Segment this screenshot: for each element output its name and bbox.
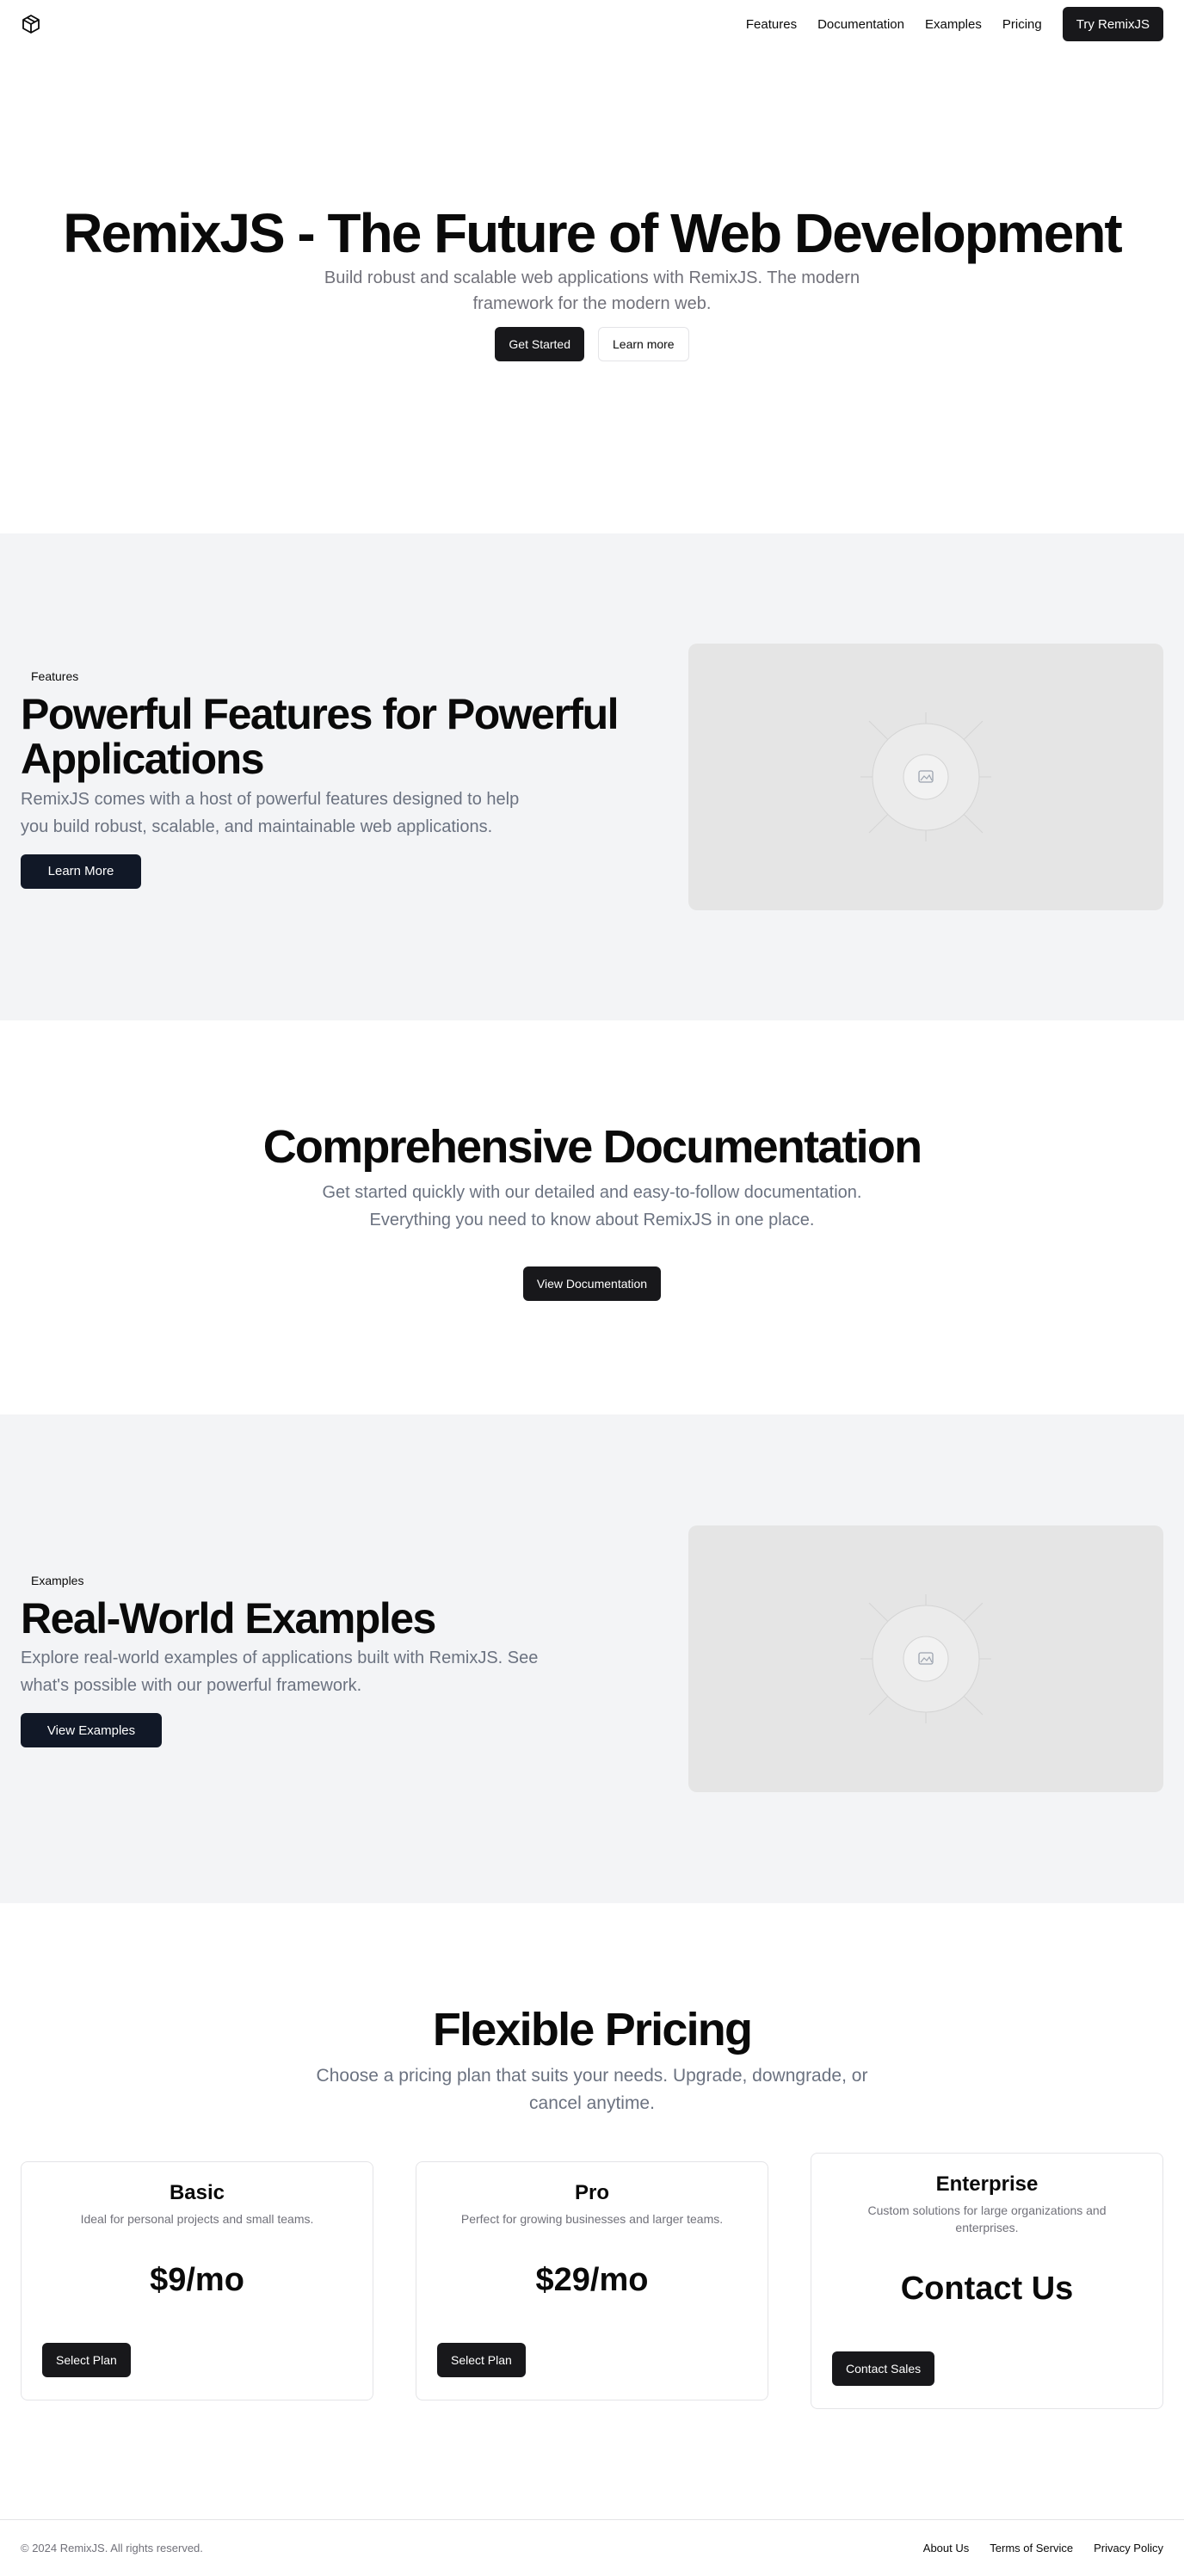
pricing-card-enterprise: Enterprise Custom solutions for large or… — [811, 2153, 1163, 2409]
pricing-section: Flexible Pricing Choose a pricing plan t… — [0, 1903, 1184, 2519]
plan-name: Pro — [574, 2181, 609, 2204]
image-placeholder-icon — [860, 1594, 991, 1723]
select-plan-basic-button[interactable]: Select Plan — [42, 2343, 131, 2377]
examples-badge: Examples — [21, 1569, 95, 1591]
plan-price: $29/mo — [535, 2262, 649, 2298]
footer-link-terms[interactable]: Terms of Service — [990, 2542, 1073, 2554]
plan-description: Perfect for growing businesses and large… — [460, 2212, 724, 2226]
pricing-subtitle: Choose a pricing plan that suits your ne… — [316, 2066, 868, 2113]
plan-name: Basic — [169, 2181, 225, 2204]
documentation-section: Comprehensive Documentation Get started … — [0, 1020, 1184, 1414]
view-examples-button[interactable]: View Examples — [21, 1713, 162, 1748]
nav-link-features[interactable]: Features — [746, 17, 797, 32]
examples-text: Examples Real-World Examples Explore rea… — [21, 1569, 623, 1748]
features-section: Features Powerful Features for Powerful … — [0, 533, 1184, 1020]
pricing-card-basic: Basic Ideal for personal projects and sm… — [21, 2161, 373, 2400]
view-documentation-button[interactable]: View Documentation — [522, 1266, 662, 1301]
try-remixjs-button[interactable]: Try RemixJS — [1062, 7, 1163, 41]
nav-link-documentation[interactable]: Documentation — [817, 17, 904, 32]
docs-description: Get started quickly with our detailed an… — [322, 1182, 862, 1229]
footer-link-privacy[interactable]: Privacy Policy — [1094, 2542, 1163, 2554]
plan-description: Custom solutions for large organizations… — [867, 2203, 1107, 2235]
plan-price: Contact Us — [900, 2271, 1074, 2307]
features-description: RemixJS comes with a host of powerful fe… — [21, 789, 520, 836]
select-plan-pro-button[interactable]: Select Plan — [437, 2343, 526, 2377]
learn-more-button[interactable]: Learn more — [598, 327, 689, 362]
nav-link-examples[interactable]: Examples — [925, 17, 982, 32]
plan-description: Ideal for personal projects and small te… — [80, 2212, 314, 2226]
footer: © 2024 RemixJS. All rights reserved. Abo… — [0, 2519, 1184, 2576]
examples-image-placeholder — [688, 1525, 1163, 1792]
hero-section: RemixJS - The Future of Web Development … — [0, 48, 1184, 533]
features-image-placeholder — [688, 644, 1163, 910]
footer-copyright: © 2024 RemixJS. All rights reserved. — [21, 2542, 203, 2554]
features-text: Features Powerful Features for Powerful … — [21, 665, 623, 889]
nav-links: Features Documentation Examples Pricing … — [746, 7, 1163, 41]
features-title: Powerful Features for Powerful Applicati… — [21, 689, 620, 783]
hero-title: RemixJS - The Future of Web Development — [63, 201, 1122, 264]
hero-actions: Get Started Learn more — [495, 327, 689, 362]
features-learn-more-button[interactable]: Learn More — [21, 854, 141, 889]
examples-section: Examples Real-World Examples Explore rea… — [0, 1414, 1184, 1903]
features-badge: Features — [21, 665, 89, 687]
nav-link-pricing[interactable]: Pricing — [1002, 17, 1042, 32]
examples-description: Explore real-world examples of applicati… — [21, 1649, 539, 1696]
examples-title: Real-World Examples — [21, 1593, 436, 1642]
pricing-title: Flexible Pricing — [432, 2004, 753, 2055]
get-started-button[interactable]: Get Started — [495, 327, 584, 362]
top-navbar: Features Documentation Examples Pricing … — [0, 0, 1184, 48]
plan-name: Enterprise — [935, 2172, 1039, 2196]
hero-subtitle: Build robust and scalable web applicatio… — [324, 268, 860, 314]
footer-link-about[interactable]: About Us — [923, 2542, 969, 2554]
plan-price: $9/mo — [150, 2262, 244, 2298]
docs-title: Comprehensive Documentation — [262, 1121, 922, 1174]
image-placeholder-icon — [860, 712, 991, 841]
pricing-card-pro: Pro Perfect for growing businesses and l… — [416, 2161, 768, 2400]
contact-sales-button[interactable]: Contact Sales — [832, 2351, 935, 2386]
footer-links: About Us Terms of Service Privacy Policy — [923, 2542, 1163, 2554]
logo-icon[interactable] — [21, 14, 41, 34]
